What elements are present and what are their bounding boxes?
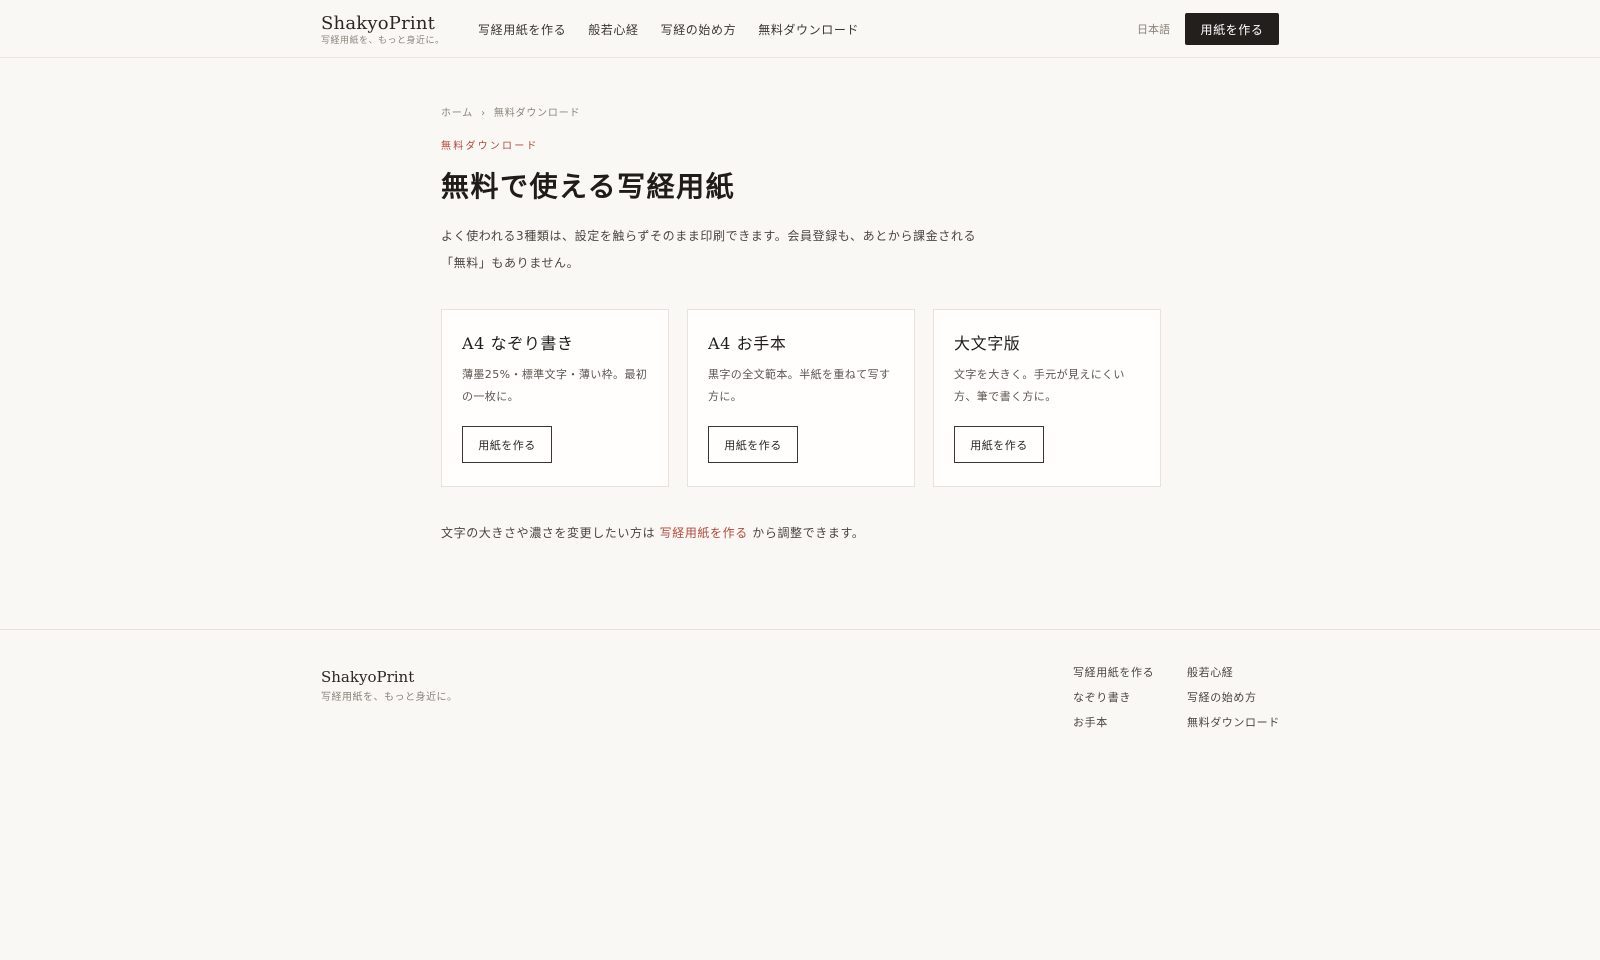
page-lead: よく使われる3種類は、設定を触らずそのまま印刷できます。会員登録も、あとから課金… bbox=[441, 229, 977, 270]
brand-name: ShakyoPrint bbox=[321, 13, 436, 34]
brand-logo[interactable]: ShakyoPrint 写経用紙を、もっと身近に。 bbox=[321, 14, 445, 47]
note-text-after: から調整できます。 bbox=[752, 526, 865, 540]
card-a4-model: A4 お手本 黒字の全文範本。半紙を重ねて写す方に。 用紙を作る bbox=[687, 309, 915, 487]
breadcrumb-home[interactable]: ホーム bbox=[441, 108, 473, 120]
card-description: 文字を大きく。手元が見えにくい方、筆で書く方に。 bbox=[954, 368, 1125, 403]
site-footer: ShakyoPrint 写経用紙を、もっと身近に。 写経用紙を作る なぞり書き … bbox=[0, 629, 1600, 960]
site-header: ShakyoPrint 写経用紙を、もっと身近に。 写経用紙を作る 般若心経 写… bbox=[0, 0, 1600, 58]
brand-tagline: 写経用紙を、もっと身近に。 bbox=[321, 36, 445, 46]
card-create-button[interactable]: 用紙を作る bbox=[954, 426, 1044, 463]
footer-link-free-download[interactable]: 無料ダウンロード bbox=[1187, 716, 1280, 730]
card-description: 黒字の全文範本。半紙を重ねて写す方に。 bbox=[708, 368, 891, 403]
section-eyebrow: 無料ダウンロード bbox=[441, 141, 539, 152]
footer-link-heart-sutra[interactable]: 般若心経 bbox=[1187, 666, 1280, 680]
nav-heart-sutra[interactable]: 般若心経 bbox=[588, 21, 638, 39]
nav-getting-started[interactable]: 写経の始め方 bbox=[661, 21, 737, 39]
footer-link-model[interactable]: お手本 bbox=[1073, 716, 1154, 730]
footer-brand-name[interactable]: ShakyoPrint bbox=[321, 668, 458, 686]
footer-brand: ShakyoPrint 写経用紙を、もっと身近に。 bbox=[321, 668, 458, 705]
language-switcher[interactable]: 日本語 bbox=[1137, 23, 1170, 37]
nav-create-paper[interactable]: 写経用紙を作る bbox=[478, 21, 566, 39]
card-title: A4 なぞり書き bbox=[462, 334, 574, 353]
footer-link-getting-started[interactable]: 写経の始め方 bbox=[1187, 691, 1280, 705]
card-description: 薄墨25%・標準文字・薄い枠。最初の一枚に。 bbox=[462, 368, 648, 403]
main-nav: 写経用紙を作る 般若心経 写経の始め方 無料ダウンロード bbox=[478, 21, 859, 39]
card-title: 大文字版 bbox=[954, 334, 1021, 353]
footer-link-tracing[interactable]: なぞり書き bbox=[1073, 691, 1154, 705]
breadcrumb-separator: › bbox=[481, 108, 486, 119]
footer-brand-tagline: 写経用紙を、もっと身近に。 bbox=[321, 692, 458, 703]
header-create-button[interactable]: 用紙を作る bbox=[1185, 13, 1279, 45]
card-large-print: 大文字版 文字を大きく。手元が見えにくい方、筆で書く方に。 用紙を作る bbox=[933, 309, 1161, 487]
note-text-before: 文字の大きさや濃さを変更したい方は bbox=[441, 526, 656, 540]
nav-free-download[interactable]: 無料ダウンロード bbox=[758, 21, 859, 39]
card-a4-tracing: A4 なぞり書き 薄墨25%・標準文字・薄い枠。最初の一枚に。 用紙を作る bbox=[441, 309, 669, 487]
card-create-button[interactable]: 用紙を作る bbox=[462, 426, 552, 463]
footer-links-col2: 般若心経 写経の始め方 無料ダウンロード bbox=[1187, 666, 1280, 730]
breadcrumb: ホーム › 無料ダウンロード bbox=[441, 108, 580, 120]
card-title: A4 お手本 bbox=[708, 334, 787, 353]
footer-links-col1: 写経用紙を作る なぞり書き お手本 bbox=[1073, 666, 1154, 730]
download-cards: A4 なぞり書き 薄墨25%・標準文字・薄い枠。最初の一枚に。 用紙を作る A4… bbox=[441, 309, 1161, 487]
note-create-link[interactable]: 写経用紙を作る bbox=[660, 526, 748, 540]
card-create-button[interactable]: 用紙を作る bbox=[708, 426, 798, 463]
breadcrumb-current: 無料ダウンロード bbox=[493, 108, 581, 119]
footer-link-create-paper[interactable]: 写経用紙を作る bbox=[1073, 666, 1154, 680]
page-title: 無料で使える写経用紙 bbox=[441, 170, 736, 203]
customize-note: 文字の大きさや濃さを変更したい方は 写経用紙を作る から調整できます。 bbox=[441, 524, 864, 542]
